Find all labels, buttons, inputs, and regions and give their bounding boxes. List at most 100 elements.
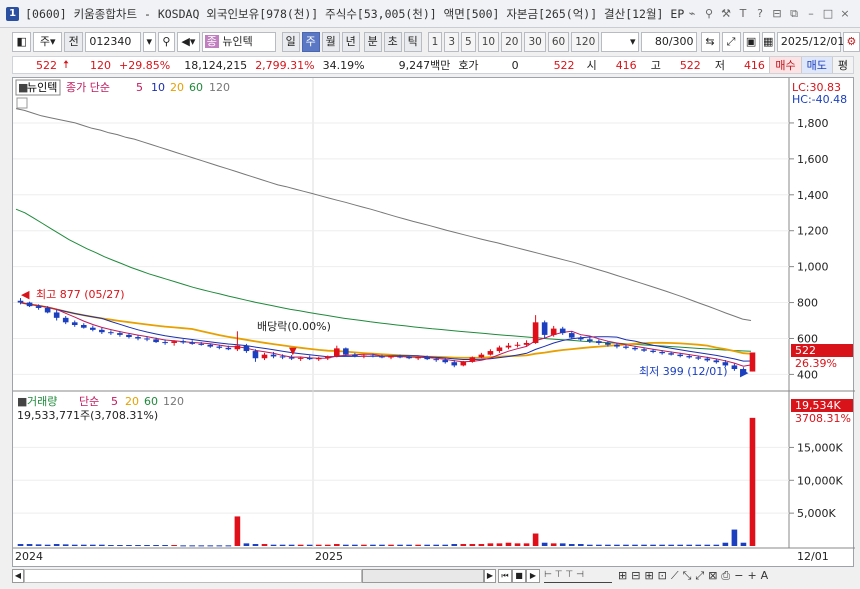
- interval-10[interactable]: 10: [477, 32, 500, 52]
- volume-bar: [180, 545, 186, 547]
- volume-bar: [469, 544, 476, 546]
- up-arrow-icon: 🠅: [63, 57, 70, 71]
- vol-menu-icon[interactable]: ■: [17, 395, 27, 408]
- candle-body: [451, 362, 458, 366]
- zoom-out-icon[interactable]: −: [734, 569, 743, 583]
- volume-bar: [315, 544, 322, 546]
- layout-icon[interactable]: ⊞: [618, 569, 627, 583]
- chart-area[interactable]: 1,800 1,600 1,400 1,200 1,000 800 600 400 15,00…: [12, 77, 855, 568]
- candle-body: [641, 349, 647, 351]
- fib-icon[interactable]: ⤢: [695, 569, 704, 583]
- stock-badge: 종: [204, 35, 219, 48]
- interval-5[interactable]: 5: [461, 32, 476, 52]
- interval-dropdown[interactable]: ▾: [601, 32, 640, 52]
- candle-body: [180, 341, 186, 343]
- play-prev-icon[interactable]: ⏮: [498, 569, 512, 583]
- search-button-icon[interactable]: ⚲: [157, 32, 175, 52]
- minimize-icon[interactable]: –: [804, 7, 818, 21]
- volume-bar: [53, 544, 60, 546]
- dividend-annotation: 배당락(0.00%): [257, 320, 331, 333]
- zoom-slider[interactable]: ⊢ ⊤ ⊤ ⊣: [544, 569, 612, 583]
- expand-box[interactable]: [16, 97, 28, 109]
- prev-button[interactable]: 전: [64, 32, 84, 52]
- volume-bar: [442, 544, 449, 546]
- interval-60[interactable]: 60: [547, 32, 570, 52]
- tools-icon[interactable]: ⚒: [719, 7, 733, 21]
- play-next-icon[interactable]: ▶: [526, 569, 540, 583]
- candle-body: [379, 356, 385, 358]
- scroll-right-button[interactable]: ▶: [484, 569, 496, 583]
- link-icon[interactable]: ⌁: [685, 7, 699, 21]
- search-icon[interactable]: ⚲: [702, 7, 716, 21]
- vol-y-tick-label: 15,000K: [797, 441, 843, 454]
- settings-icon[interactable]: ⚙: [842, 32, 860, 52]
- candle-body: [370, 355, 376, 357]
- play-stop-icon[interactable]: ■: [512, 569, 526, 583]
- interval-20[interactable]: 20: [501, 32, 523, 52]
- font-icon[interactable]: A: [761, 569, 769, 583]
- chart-svg[interactable]: 1,8001,6001,4001,2001,000800600400 15,00…: [13, 78, 855, 568]
- candle-body: [514, 344, 521, 346]
- save-icon[interactable]: ▣: [742, 32, 760, 52]
- buy-button[interactable]: 매수: [769, 57, 801, 73]
- candle-body: [550, 328, 557, 335]
- chart-tools-icon[interactable]: ⇆: [700, 32, 720, 52]
- period-month[interactable]: 월: [321, 32, 340, 52]
- interval-120[interactable]: 120: [571, 32, 600, 52]
- period-day[interactable]: 일: [281, 32, 300, 52]
- draw-tools-icon[interactable]: ⤢: [721, 32, 741, 52]
- interval-3[interactable]: 3: [444, 32, 460, 52]
- grid-icon[interactable]: ⊞: [644, 569, 653, 583]
- volume-bar: [35, 544, 42, 546]
- low-arrow-icon: ▶: [740, 366, 749, 379]
- scroll-track[interactable]: [24, 569, 362, 583]
- volume-bar: [632, 544, 638, 546]
- volume-bar: [659, 544, 665, 546]
- period-year[interactable]: 년: [341, 32, 360, 52]
- interval-30[interactable]: 30: [524, 32, 546, 52]
- pattern-icon[interactable]: ⤡: [683, 569, 692, 583]
- panel-toggle-icon[interactable]: ◧: [12, 32, 32, 52]
- open-label: 시: [586, 59, 597, 72]
- high-value: 522: [679, 58, 701, 72]
- type-dropdown[interactable]: 주▾: [33, 32, 63, 52]
- stock-name-field[interactable]: 종 뉴인텍: [201, 32, 276, 52]
- candle-body: [99, 329, 105, 333]
- text-icon[interactable]: T: [736, 7, 750, 21]
- candle-body: [53, 312, 60, 318]
- period-minute[interactable]: 분: [363, 32, 382, 52]
- restore-icon[interactable]: ⊟: [770, 7, 784, 21]
- zoom-in-icon[interactable]: +: [747, 569, 756, 583]
- calendar-icon[interactable]: ▦: [761, 32, 775, 52]
- indicator-icon[interactable]: ⊡: [658, 569, 667, 583]
- period-second[interactable]: 초: [383, 32, 402, 52]
- eval-button[interactable]: 평: [831, 57, 853, 73]
- date-input[interactable]: 2025/12/01: [776, 32, 844, 52]
- volume-bar: [523, 543, 530, 546]
- title-bar: 1 [0600] 키움종합차트 - KOSDAQ 외국인보유[978(천)] 주…: [0, 0, 860, 28]
- trend-icon[interactable]: ⟋: [671, 569, 679, 583]
- sound-icon[interactable]: ◀▾: [177, 32, 200, 52]
- count-input[interactable]: 80/300: [641, 32, 697, 52]
- sell-button[interactable]: 매도: [800, 57, 832, 73]
- volume-bar: [243, 543, 250, 546]
- compare-icon[interactable]: ⊠: [708, 569, 717, 583]
- volume-bar: [80, 544, 87, 546]
- split-icon[interactable]: ⊟: [631, 569, 640, 583]
- volume-bar: [496, 543, 503, 546]
- scroll-left-button[interactable]: ◀: [12, 569, 24, 583]
- volume-bar: [568, 544, 575, 546]
- print-icon[interactable]: ⎙: [721, 569, 730, 583]
- code-dropdown-icon[interactable]: ▾: [142, 32, 156, 52]
- maximize-icon[interactable]: □: [821, 7, 835, 21]
- period-tick[interactable]: 틱: [403, 32, 422, 52]
- copy-icon[interactable]: ⧉: [787, 7, 801, 21]
- interval-1[interactable]: 1: [427, 32, 443, 52]
- period-week[interactable]: 주: [301, 32, 320, 52]
- help-icon[interactable]: ?: [753, 7, 767, 21]
- scroll-thumb[interactable]: [362, 569, 484, 583]
- close-icon[interactable]: ×: [838, 7, 852, 21]
- volume-bar: [99, 544, 105, 546]
- volume-bar: [17, 544, 24, 546]
- stock-code-input[interactable]: 012340: [85, 32, 141, 52]
